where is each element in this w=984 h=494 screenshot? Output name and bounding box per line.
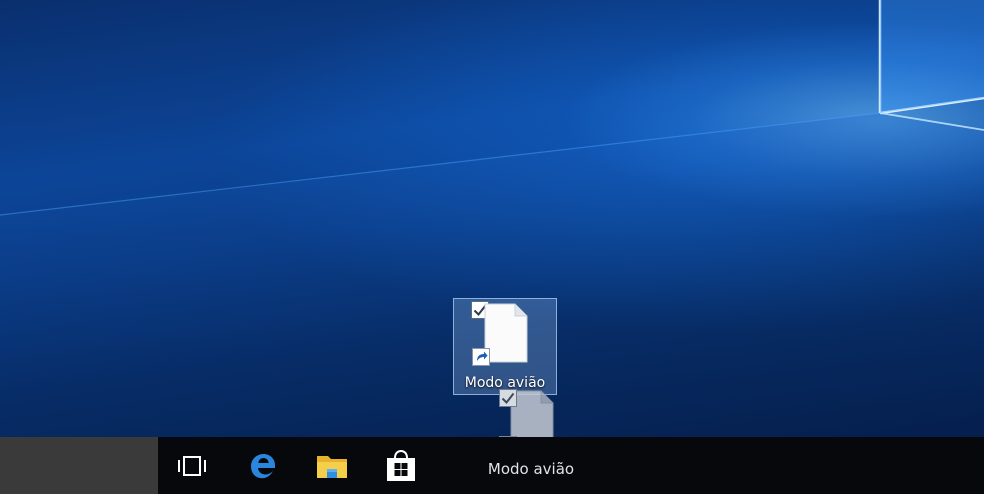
taskbar: Modo avião [0, 437, 984, 494]
checkbox-icon [499, 389, 517, 407]
task-view-icon [178, 455, 206, 476]
store-icon [387, 449, 415, 481]
desktop-icon-modo-aviao[interactable]: Modo avião [453, 298, 557, 395]
file-icon [484, 303, 528, 363]
drag-ghost-label: Modo avião [487, 460, 575, 478]
edge-icon [251, 453, 275, 478]
desktop[interactable]: Modo avião [0, 0, 984, 437]
folder-icon [317, 455, 347, 478]
edge-button[interactable] [233, 437, 293, 494]
search-box[interactable] [0, 437, 158, 494]
shortcut-arrow-icon [472, 348, 490, 366]
task-view-button[interactable] [162, 437, 222, 494]
store-button[interactable] [371, 437, 431, 494]
drag-ghost-icon [496, 386, 586, 437]
file-explorer-button[interactable] [302, 437, 362, 494]
